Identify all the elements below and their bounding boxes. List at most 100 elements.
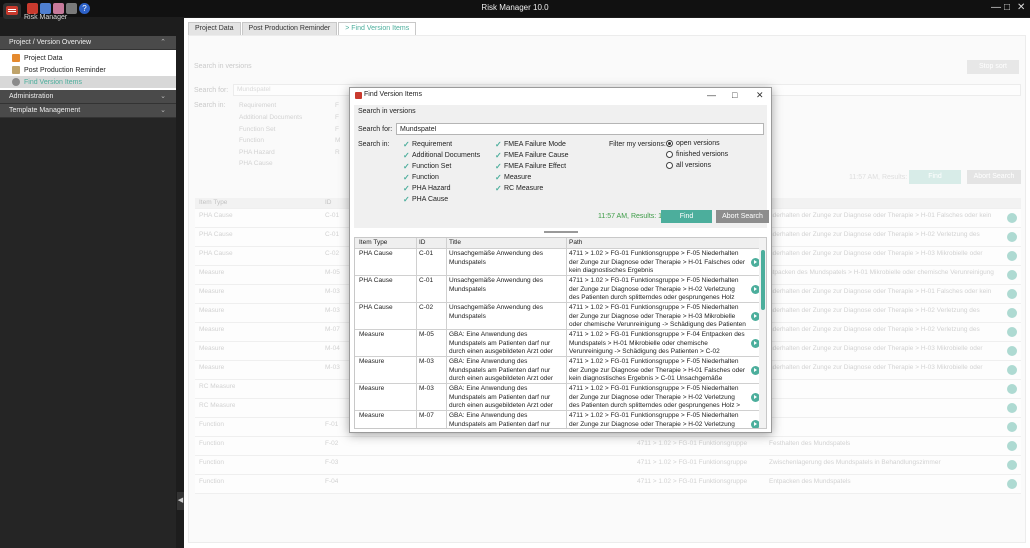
minimize-icon[interactable]: — xyxy=(991,2,1001,13)
sidebar-item-label: Project Data xyxy=(24,54,63,62)
bg-check-pha-hazard[interactable]: PHA Hazard xyxy=(239,149,275,156)
navigate-arrow-icon[interactable] xyxy=(1007,479,1017,489)
col-path[interactable]: Path xyxy=(566,238,582,248)
navigate-arrow-icon[interactable] xyxy=(1007,346,1017,356)
bg-check-col2[interactable]: F xyxy=(335,114,339,121)
bg-check-col2[interactable]: F xyxy=(335,102,339,109)
navigate-arrow-icon[interactable] xyxy=(1007,403,1017,413)
sidebar-item-project-data[interactable]: Project Data xyxy=(0,52,176,64)
tab-find-version-items[interactable]: > Find Version Items xyxy=(338,22,417,35)
col-item-type[interactable]: Item Type xyxy=(359,239,387,248)
check-pha-cause[interactable]: ✓ PHA Cause xyxy=(403,195,448,204)
toolbar-tools-icon[interactable] xyxy=(53,3,64,14)
bg-abort-search-button[interactable]: Abort Search xyxy=(967,170,1021,184)
search-for-label: Search for: xyxy=(358,126,393,133)
bg-check-col2[interactable]: F xyxy=(335,126,339,133)
bg-cell: M-03 xyxy=(325,364,340,371)
splitter-handle[interactable] xyxy=(544,231,578,233)
check-pha-hazard[interactable]: ✓ PHA Hazard xyxy=(403,184,451,193)
bg-table-row[interactable]: Function F-03 Zwischenlagerung des Mundspa… xyxy=(195,456,1021,475)
check-fmea-failure-cause[interactable]: ✓ FMEA Failure Cause xyxy=(495,151,569,160)
sidebar-section-template-management[interactable]: Template Management ⌄ xyxy=(0,104,176,118)
radio-open-versions[interactable]: open versions xyxy=(666,140,720,147)
navigate-arrow-icon[interactable] xyxy=(1007,270,1017,280)
check-function-set[interactable]: ✓ Function Set xyxy=(403,162,451,171)
bg-table-row[interactable]: Function F-02 Festhalten des Mundspatels 47… xyxy=(195,437,1021,456)
results-row[interactable]: Measure M-07 GBA: Eine Anwendung des Munds… xyxy=(355,411,760,428)
bg-check-pha-cause[interactable]: PHA Cause xyxy=(239,160,273,167)
result-cell-title: GBA: Eine Anwendung des Mundspatels am P… xyxy=(446,330,565,356)
results-row[interactable]: Measure M-03 GBA: Eine Anwendung des Munds… xyxy=(355,357,760,384)
result-cell-id: M-03 xyxy=(416,357,445,383)
maximize-icon[interactable]: □ xyxy=(1004,2,1010,13)
result-cell-id: M-05 xyxy=(416,330,445,356)
navigate-arrow-icon[interactable] xyxy=(1007,289,1017,299)
results-row[interactable]: PHA Cause C-01 Unsachgemäße Anwendung des … xyxy=(355,276,760,303)
results-row[interactable]: PHA Cause C-02 Unsachgemäße Anwendung des … xyxy=(355,303,760,330)
search-input[interactable] xyxy=(396,123,764,135)
bg-find-button[interactable]: Find xyxy=(909,170,961,184)
navigate-arrow-icon[interactable] xyxy=(1007,232,1017,242)
bg-check-col2[interactable]: M xyxy=(335,137,340,144)
check-requirement[interactable]: ✓ Requirement xyxy=(403,140,452,149)
bg-check-additional-documents[interactable]: Additional Documents xyxy=(239,114,302,121)
radio-all-versions[interactable]: all versions xyxy=(666,162,711,169)
bg-stop-sort-button[interactable]: Stop sort xyxy=(967,60,1019,74)
navigate-arrow-icon[interactable] xyxy=(1007,365,1017,375)
result-cell-path: 4711 > 1.02 > FG-01 Funktionsgruppe > F-… xyxy=(566,303,747,329)
col-id[interactable]: ID xyxy=(416,238,426,248)
sidebar-item-post-production-reminder[interactable]: Post Production Reminder xyxy=(0,64,176,76)
abort-search-button[interactable]: Abort Search xyxy=(716,210,769,223)
dialog-minimize-icon[interactable]: — xyxy=(707,90,716,100)
help-icon[interactable]: ? xyxy=(79,3,90,14)
results-row[interactable]: Measure M-05 GBA: Eine Anwendung des Munds… xyxy=(355,330,760,357)
results-row[interactable]: Measure M-03 GBA: Eine Anwendung des Munds… xyxy=(355,384,760,411)
result-cell-type: Measure xyxy=(359,385,385,392)
navigate-arrow-icon[interactable] xyxy=(1007,384,1017,394)
bg-table-row[interactable]: Function F-04 Entpacken des Mundspatels 471… xyxy=(195,475,1021,494)
bg-check-function-set[interactable]: Function Set xyxy=(239,126,276,133)
navigate-arrow-icon[interactable] xyxy=(1007,441,1017,451)
sidebar-item-find-version-items[interactable]: Find Version Items xyxy=(0,76,176,88)
check-additional-documents[interactable]: ✓ Additional Documents xyxy=(403,151,480,160)
radio-label: all versions xyxy=(676,162,712,169)
sidebar-collapse-icon[interactable]: ◀ xyxy=(177,492,184,510)
bg-check-function[interactable]: Function xyxy=(239,137,264,144)
tab-project-data[interactable]: Project Data xyxy=(188,22,241,35)
bg-cell: C-01 xyxy=(325,231,340,238)
navigate-arrow-icon[interactable] xyxy=(1007,308,1017,318)
chevron-down-icon: ⌄ xyxy=(160,93,166,100)
scrollbar-thumb[interactable] xyxy=(761,250,765,310)
navigate-arrow-icon[interactable] xyxy=(1007,460,1017,470)
results-row[interactable]: PHA Cause C-01 Unsachgemäße Anwendung des … xyxy=(355,249,760,276)
check-fmea-failure-effect[interactable]: ✓ FMEA Failure Effect xyxy=(495,162,566,171)
col-title[interactable]: Title xyxy=(446,238,461,248)
check-function[interactable]: ✓ Function xyxy=(403,173,439,182)
check-measure[interactable]: ✓ Measure xyxy=(495,173,531,182)
navigate-arrow-icon[interactable] xyxy=(1007,327,1017,337)
tab-post-production-reminder[interactable]: Post Production Reminder xyxy=(241,22,338,35)
result-cell-type: Measure xyxy=(359,358,385,365)
navigate-arrow-icon[interactable] xyxy=(1007,251,1017,261)
sidebar-section-overview[interactable]: Project / Version Overview ⌃ xyxy=(0,36,176,50)
sidebar-item-label: Post Production Reminder xyxy=(24,66,106,74)
find-button[interactable]: Find xyxy=(661,210,712,223)
dialog-close-icon[interactable]: ✕ xyxy=(756,90,764,101)
check-fmea-failure-mode[interactable]: ✓ FMEA Failure Mode xyxy=(495,140,566,149)
sidebar-section-administration[interactable]: Administration ⌄ xyxy=(0,90,176,104)
check-rc-measure[interactable]: ✓ RC Measure xyxy=(495,184,543,193)
close-icon[interactable]: ✕ xyxy=(1017,2,1025,13)
bg-check-requirement[interactable]: Requirement xyxy=(239,102,276,109)
dialog-maximize-icon[interactable]: □ xyxy=(732,90,737,100)
toolbar-document-icon[interactable] xyxy=(40,3,51,14)
results-scrollbar[interactable] xyxy=(759,238,766,428)
bg-cell: nderhalten der Zunge zur Diagnose oder T… xyxy=(769,250,983,257)
toolbar-settings-icon[interactable] xyxy=(66,3,77,14)
bg-check-col2[interactable]: R xyxy=(335,149,340,156)
check-label: Requirement xyxy=(412,141,453,148)
toolbar-risk-icon[interactable] xyxy=(27,3,38,14)
navigate-arrow-icon[interactable] xyxy=(1007,422,1017,432)
navigate-arrow-icon[interactable] xyxy=(1007,213,1017,223)
bg-status-text: 11:57 AM, Results: 16 xyxy=(849,174,917,181)
radio-finished-versions[interactable]: finished versions xyxy=(666,151,728,158)
